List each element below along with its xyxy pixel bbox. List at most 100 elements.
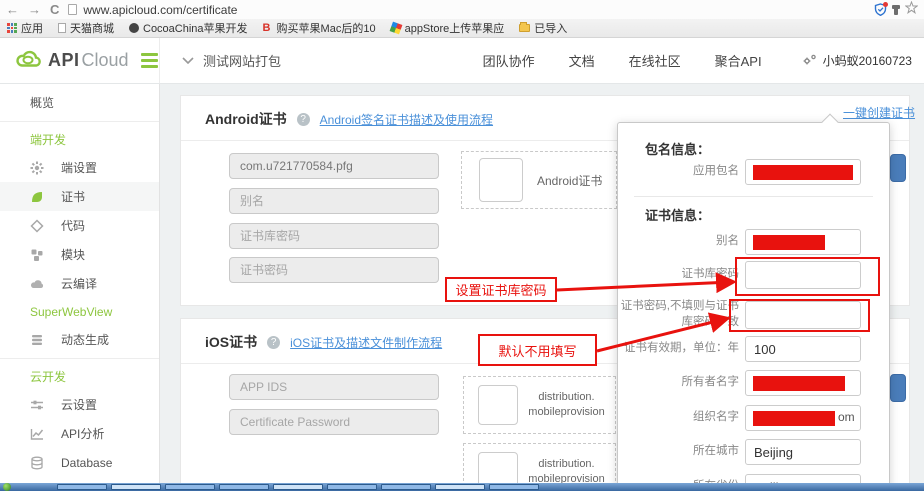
org-visible-text: om — [838, 410, 855, 424]
bookmark-tmall[interactable]: 天猫商城 — [58, 20, 114, 36]
sidebar: 概览 端开发 端设置 证书 代码 模块 — [0, 84, 160, 483]
taskbar-window-button[interactable] — [165, 484, 215, 490]
menu-hamburger-icon[interactable] — [141, 53, 158, 68]
validity-label: 证书有效期，单位：年 — [618, 341, 745, 357]
create-certificate-link[interactable]: 一键创建证书 — [843, 104, 915, 121]
cert-password-label: 证书密码,不填则与证书库密码一致 — [618, 299, 745, 330]
owner-name-field[interactable] — [745, 370, 861, 396]
bookmark-appstore[interactable]: appStore上传苹果应 — [391, 20, 505, 36]
ios-appids-input[interactable] — [229, 374, 439, 400]
back-icon[interactable]: ← — [6, 3, 19, 16]
user-menu[interactable]: 小蚂蚁20160723 — [802, 52, 912, 69]
windows-taskbar — [0, 483, 924, 491]
annotation-default-blank: 默认不用填写 — [478, 334, 597, 366]
keystore-password-label: 证书库密码 — [618, 267, 745, 283]
chevron-down-icon — [182, 57, 194, 64]
bookmark-imported-folder[interactable]: 已导入 — [519, 20, 567, 36]
gear-icon — [30, 161, 44, 175]
logo-text-cloud: Cloud — [82, 50, 129, 71]
shield-icon[interactable] — [874, 3, 887, 16]
sidebar-section-cloud-dev: 云开发 — [0, 363, 159, 390]
cert-password-field[interactable] — [745, 301, 861, 329]
taskbar-window-button[interactable] — [435, 484, 485, 490]
certificate-leaf-icon — [30, 190, 44, 204]
ios-save-button[interactable] — [890, 374, 906, 402]
browser-toolbar: ← → C www.apicloud.com/certificate — [0, 0, 924, 19]
ios-help-link[interactable]: iOS证书及描述文件制作流程 — [290, 334, 442, 351]
taskbar-window-button[interactable] — [111, 484, 161, 490]
username: 小蚂蚁20160723 — [823, 52, 912, 69]
sidebar-section-client-dev: 端开发 — [0, 126, 159, 153]
sidebar-item-dynamic-generate[interactable]: 动态生成 — [0, 325, 159, 354]
sidebar-item-database[interactable]: Database — [0, 448, 159, 477]
android-save-button[interactable] — [890, 154, 906, 182]
project-selector[interactable]: 测试网站打包 — [160, 51, 281, 70]
ios-cert-password-input[interactable] — [229, 409, 439, 435]
sidebar-item-api-analysis[interactable]: API分析 — [0, 419, 159, 448]
header-nav: 团队协作 文档 在线社区 聚合API — [483, 51, 762, 70]
url-text[interactable]: www.apicloud.com/certificate — [83, 3, 237, 17]
pinwheel-icon — [389, 22, 402, 35]
sidebar-item-cloud-settings[interactable]: 云设置 — [0, 390, 159, 419]
taskbar-window-button[interactable] — [273, 484, 323, 490]
forward-icon[interactable]: → — [28, 3, 41, 16]
taskbar-window-button[interactable] — [489, 484, 539, 490]
android-alias-input[interactable] — [229, 188, 439, 214]
sliders-icon — [30, 398, 44, 412]
sidebar-item-code[interactable]: 代码 — [0, 211, 159, 240]
redaction-block — [753, 235, 825, 250]
folder-icon — [519, 24, 530, 32]
bookmarks-bar: 应用 天猫商城 CocoaChina苹果开发 B 购买苹果Mac后的10 app… — [0, 19, 924, 38]
bookmark-star-icon[interactable] — [905, 1, 918, 19]
bookmark-mac-guide[interactable]: B 购买苹果Mac后的10 — [263, 20, 376, 36]
nav-community[interactable]: 在线社区 — [629, 51, 681, 70]
validity-field[interactable]: 100 — [745, 336, 861, 362]
org-name-field[interactable]: om — [745, 405, 861, 431]
alias-field[interactable] — [745, 229, 861, 255]
android-cert-password-input[interactable] — [229, 257, 439, 283]
divider — [0, 358, 159, 359]
pin-icon[interactable] — [894, 5, 898, 15]
start-button-icon[interactable] — [3, 483, 11, 491]
package-name-field[interactable] — [745, 159, 861, 185]
package-name-label: 应用包名 — [618, 164, 745, 180]
android-package-input[interactable] — [229, 153, 439, 179]
logo-text-api: API — [48, 50, 80, 71]
android-help-link[interactable]: Android签名证书描述及使用流程 — [320, 111, 493, 128]
help-question-icon[interactable]: ? — [297, 113, 310, 126]
bookmark-apps[interactable]: 应用 — [7, 20, 43, 36]
upload-square[interactable] — [479, 158, 523, 202]
keystore-password-field[interactable] — [745, 261, 861, 289]
city-label: 所在城市 — [618, 444, 745, 460]
taskbar-window-button[interactable] — [327, 484, 377, 490]
sidebar-item-module[interactable]: 模块 — [0, 240, 159, 269]
sidebar-item-cloud-compile[interactable]: 云编译 — [0, 269, 159, 298]
taskbar-window-button[interactable] — [57, 484, 107, 490]
page-icon — [68, 4, 77, 15]
sidebar-item-certificate[interactable]: 证书 — [0, 182, 159, 211]
ios-card-title: iOS证书 — [205, 332, 257, 352]
org-name-label: 组织名字 — [618, 410, 745, 426]
sidebar-item-client-settings[interactable]: 端设置 — [0, 153, 159, 182]
reload-icon[interactable]: C — [50, 3, 59, 16]
sidebar-item-overview[interactable]: 概览 — [0, 88, 159, 117]
app-header: API Cloud 测试网站打包 团队协作 文档 在线社区 聚合API 小蚂蚁2… — [0, 38, 924, 84]
nav-aggregate-api[interactable]: 聚合API — [715, 51, 762, 70]
android-upload-label: Android证书 — [537, 172, 602, 189]
taskbar-window-button[interactable] — [219, 484, 269, 490]
city-field[interactable]: Beijing — [745, 439, 861, 465]
help-question-icon[interactable]: ? — [267, 336, 280, 349]
android-keystore-password-input[interactable] — [229, 223, 439, 249]
address-bar[interactable]: www.apicloud.com/certificate — [68, 3, 865, 17]
bookmark-cocoachina[interactable]: CocoaChina苹果开发 — [129, 20, 248, 36]
apps-grid-icon — [7, 23, 17, 33]
layers-icon — [30, 333, 44, 347]
upload-square[interactable] — [478, 385, 518, 425]
nav-docs[interactable]: 文档 — [569, 51, 595, 70]
apicloud-logo[interactable]: API Cloud — [0, 38, 160, 83]
cert-section-title: 证书信息： — [645, 205, 710, 224]
nav-team[interactable]: 团队协作 — [483, 51, 535, 70]
redaction-block — [753, 411, 835, 426]
taskbar-window-button[interactable] — [381, 484, 431, 490]
divider — [634, 196, 873, 197]
